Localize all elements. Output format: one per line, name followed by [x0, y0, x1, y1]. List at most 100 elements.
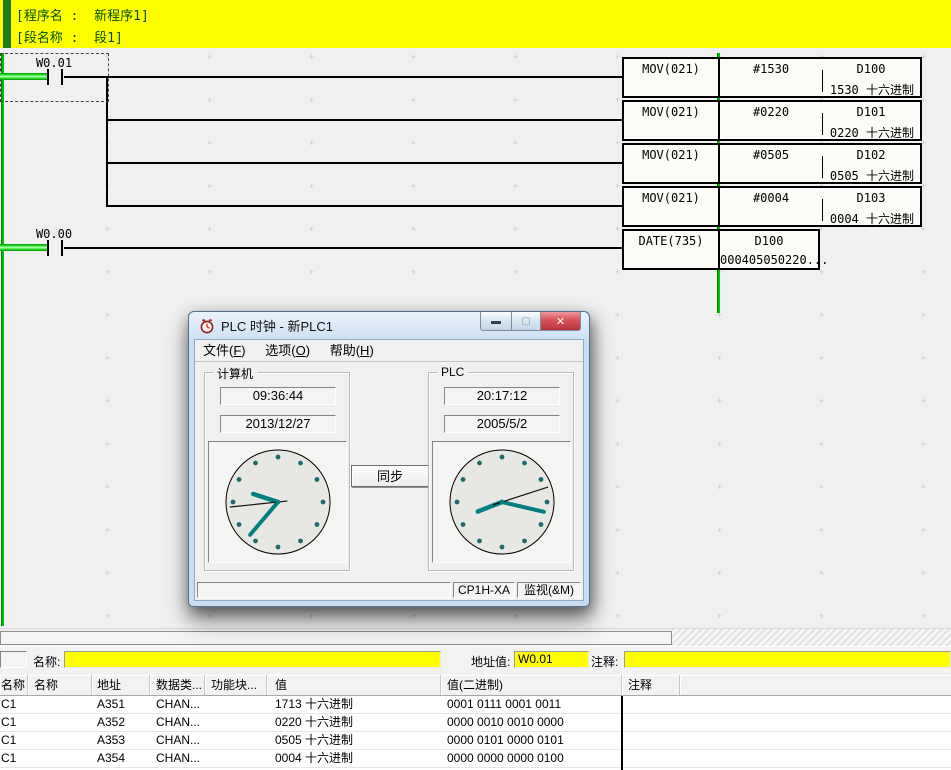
resize-hatch-area — [672, 629, 951, 646]
computer-date: 2013/12/27 — [220, 415, 336, 433]
table-cell — [622, 732, 680, 749]
monitor-tick — [822, 113, 823, 135]
grid-mark: + — [920, 398, 927, 405]
table-cell: C1 — [0, 714, 28, 731]
grid-mark: + — [818, 355, 825, 362]
table-row[interactable]: C1A351CHAN...1713 十六进制0001 0111 0001 001… — [0, 696, 951, 714]
branch-wire-3 — [107, 162, 622, 164]
grid-mark: + — [512, 183, 519, 190]
grid-mark: + — [512, 269, 519, 276]
grid-mark: + — [818, 441, 825, 448]
instruction-block-mov021[interactable]: MOV(021)#0505D1020505 十六进制 — [622, 143, 922, 184]
address-field-label: 地址值: — [471, 653, 510, 670]
grid-mark: + — [818, 570, 825, 577]
watch-panel: 名称: 地址值: W0.01 注释: 名称名称地址数据类...功能块...值值(… — [0, 628, 951, 770]
table-cell — [622, 714, 680, 731]
table-cell: A353 — [92, 732, 150, 749]
dialog-title: PLC 时钟 - 新PLC1 — [221, 316, 333, 335]
table-row[interactable]: C1A354CHAN...0004 十六进制0000 0000 0000 010… — [0, 750, 951, 768]
grid-mark: + — [410, 54, 417, 61]
sync-button[interactable]: 同步 — [351, 465, 429, 487]
table-cell — [28, 750, 92, 767]
grid-mark: + — [104, 226, 111, 233]
grid-mark: + — [308, 269, 315, 276]
grid-mark: + — [716, 613, 723, 620]
name-field[interactable] — [64, 651, 441, 668]
computer-group-label: 计算机 — [213, 365, 257, 382]
table-cell: A352 — [92, 714, 150, 731]
grid-mark: + — [206, 97, 213, 104]
menu-options[interactable]: 选项(O) — [265, 340, 310, 361]
grid-mark: + — [920, 226, 927, 233]
window-buttons: ▬ ▢ ✕ — [480, 312, 581, 331]
maximize-button[interactable]: ▢ — [511, 312, 540, 331]
grid-mark: + — [614, 97, 621, 104]
grid-mark: + — [206, 54, 213, 61]
grid-mark: + — [920, 441, 927, 448]
instruction-block-mov021[interactable]: MOV(021)#1530D1001530 十六进制 — [622, 57, 922, 98]
horizontal-scrollbar[interactable] — [0, 631, 672, 645]
grid-mark: + — [206, 183, 213, 190]
column-header[interactable]: 地址 — [92, 675, 150, 695]
table-cell: A354 — [92, 750, 150, 767]
grid-mark: + — [920, 570, 927, 577]
instruction-mnemonic: MOV(021) — [624, 191, 718, 205]
column-divider-line — [621, 696, 623, 770]
instruction-mnemonic: MOV(021) — [624, 62, 718, 76]
contact-bar-left — [47, 240, 49, 256]
column-header[interactable]: 功能块... — [205, 675, 267, 695]
column-header[interactable]: 注释 — [622, 675, 680, 695]
column-header[interactable] — [680, 675, 951, 695]
operand-source: D100 — [720, 234, 818, 248]
monitor-value: 000405050220... — [720, 253, 818, 267]
grid-mark: + — [614, 527, 621, 534]
dialog-menubar: 文件(F) 选项(O) 帮助(H) — [195, 340, 583, 362]
contact-bar-right — [61, 69, 63, 85]
menu-help[interactable]: 帮助(H) — [330, 340, 374, 361]
grid-mark: + — [614, 441, 621, 448]
grid-mark: + — [716, 398, 723, 405]
minimize-button[interactable]: ▬ — [480, 312, 511, 331]
monitor-tick — [822, 70, 823, 92]
computer-time: 09:36:44 — [220, 387, 336, 405]
dialog-statusbar: CP1H-XA 监视(&M) — [195, 580, 583, 600]
instruction-block-mov021[interactable]: MOV(021)#0220D1010220 十六进制 — [622, 100, 922, 141]
grid-mark: + — [818, 398, 825, 405]
grid-mark: + — [104, 269, 111, 276]
table-cell — [28, 696, 92, 713]
comment-field[interactable] — [624, 651, 951, 668]
column-header[interactable]: 名称 — [0, 675, 28, 695]
symbol-fields-row: 名称: 地址值: W0.01 注释: — [0, 646, 951, 675]
monitor-value: 0004 十六进制 — [830, 210, 914, 227]
table-cell — [680, 696, 951, 713]
grid-mark: + — [410, 226, 417, 233]
column-header[interactable]: 名称 — [28, 675, 92, 695]
grid-mark: + — [104, 441, 111, 448]
operand-source: #1530 — [720, 62, 822, 76]
table-cell: A351 — [92, 696, 150, 713]
close-button[interactable]: ✕ — [540, 312, 581, 331]
plc-group-label: PLC — [437, 365, 468, 379]
table-row[interactable]: C1A353CHAN...0505 十六进制0000 0101 0000 010… — [0, 732, 951, 750]
column-header[interactable]: 值 — [267, 675, 441, 695]
grid-mark: + — [104, 527, 111, 534]
grid-mark: + — [614, 269, 621, 276]
address-field[interactable]: W0.01 — [514, 651, 589, 668]
grid-mark: + — [614, 226, 621, 233]
grid-mark: + — [104, 484, 111, 491]
section-accent-bar — [3, 0, 11, 48]
grid-mark: + — [716, 527, 723, 534]
menu-file[interactable]: 文件(F) — [203, 340, 246, 361]
table-row[interactable]: C1A352CHAN...0220 十六进制0000 0010 0010 000… — [0, 714, 951, 732]
grid-mark: + — [308, 140, 315, 147]
table-cell — [205, 714, 267, 731]
column-header[interactable]: 数据类... — [150, 675, 205, 695]
table-cell — [205, 732, 267, 749]
instruction-block-mov021[interactable]: MOV(021)#0004D1030004 十六进制 — [622, 186, 922, 227]
grid-mark: + — [920, 269, 927, 276]
grid-mark: + — [818, 613, 825, 620]
grid-mark: + — [920, 312, 927, 319]
column-header[interactable]: 值(二进制) — [441, 675, 622, 695]
grid-mark: + — [920, 355, 927, 362]
instruction-block-date735[interactable]: DATE(735)D100000405050220... — [622, 229, 820, 270]
